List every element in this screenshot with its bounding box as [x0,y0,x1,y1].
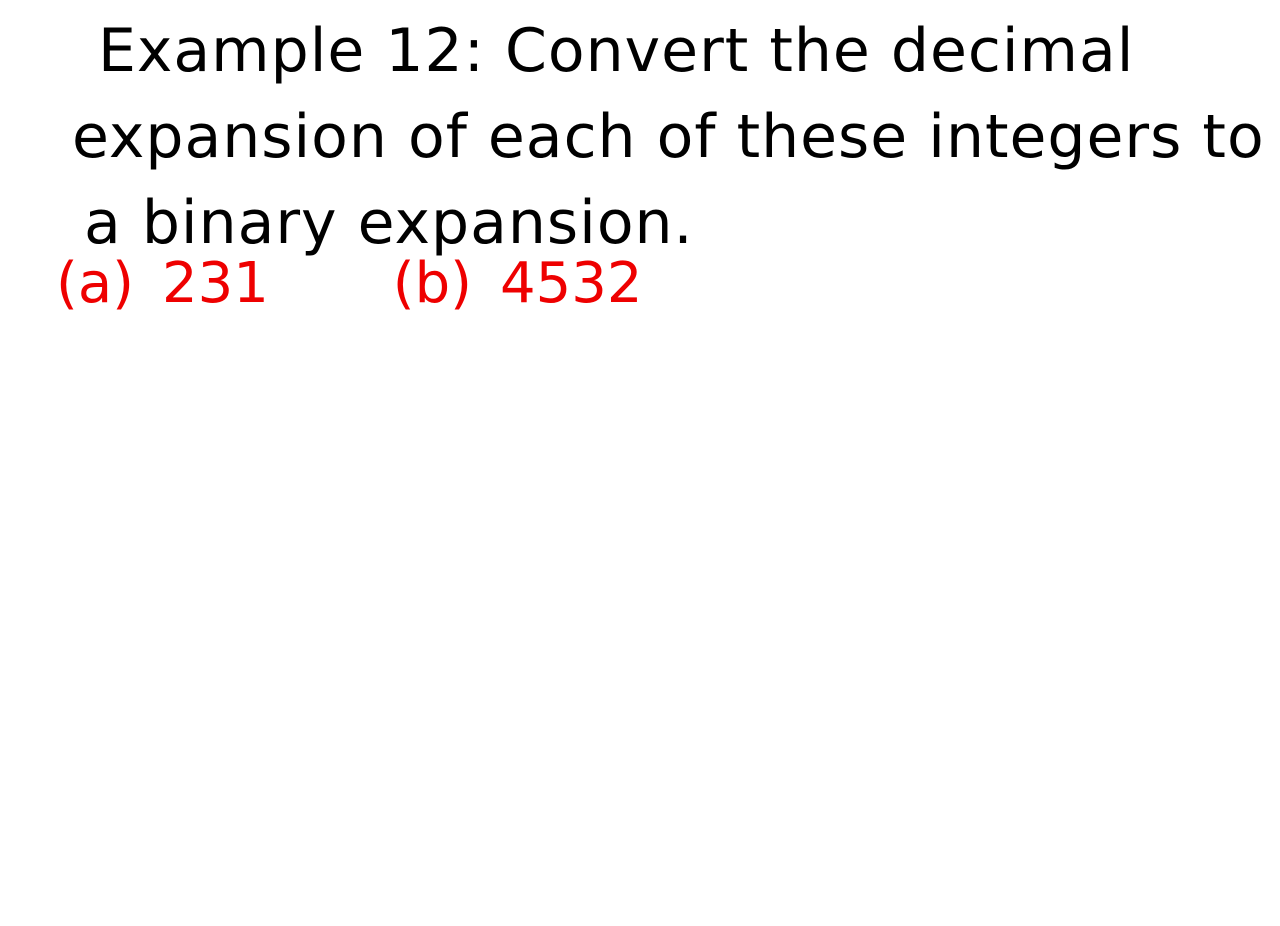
part-b-label: (b) [392,251,472,316]
problem-statement: Example 12: Convert the decimal expansio… [72,8,1265,266]
part-a-value: 231 [162,251,269,316]
problem-line-1: Example 12: Convert the decimal [98,16,1135,86]
part-a: (a) 231 [56,244,269,324]
whiteboard-page: Example 12: Convert the decimal expansio… [0,0,1280,926]
part-b-value: 4532 [499,251,643,316]
part-a-label: (a) [56,251,135,316]
part-b: (b) 4532 [393,244,643,324]
problem-parts: (a) 231 (b) 4532 [56,244,748,324]
problem-line-2: expansion of each of these integers to [72,102,1265,172]
